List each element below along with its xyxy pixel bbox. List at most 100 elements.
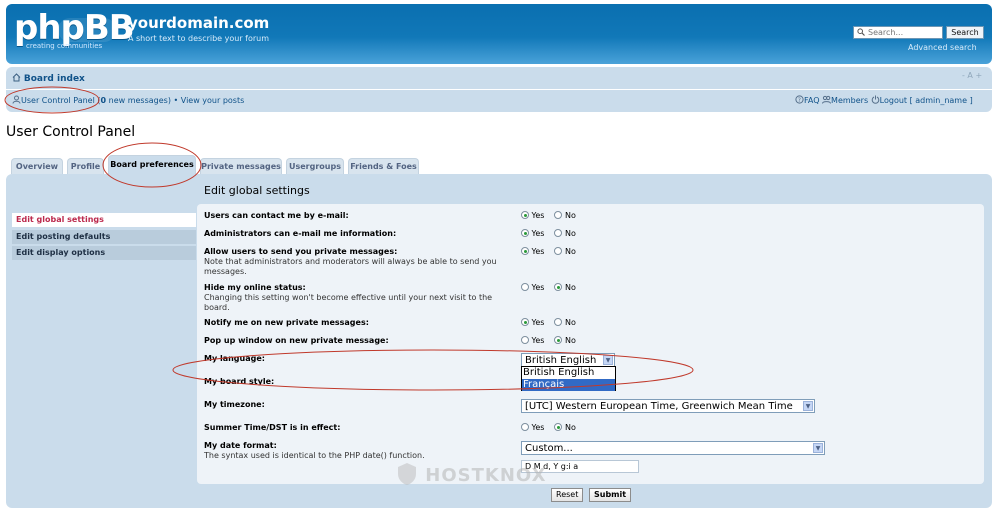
board-index-link[interactable]: Board index: [24, 74, 85, 84]
submit-button[interactable]: Submit: [589, 488, 632, 502]
date-format-selected: Custom...: [525, 443, 573, 454]
reset-button[interactable]: Reset: [551, 488, 584, 502]
radio-yes-label: Yes: [531, 211, 545, 220]
logo-tagline: creating communities: [26, 42, 103, 50]
tab-friends-foes[interactable]: Friends & Foes: [348, 158, 419, 174]
setting-label: Hide my online status:: [204, 283, 306, 292]
tab-usergroups[interactable]: Usergroups: [286, 158, 344, 174]
setting-label: Pop up window on new private message:: [204, 336, 389, 345]
radio-yes[interactable]: [521, 423, 529, 431]
bullet-separator: •: [173, 96, 179, 105]
radio-yes[interactable]: [521, 318, 529, 326]
svg-text:?: ?: [798, 97, 801, 104]
setting-label: Allow users to send you private messages…: [204, 247, 398, 256]
radio-yes-label: Yes: [531, 247, 545, 256]
radio-group: Yes No: [521, 423, 576, 432]
radio-group: Yes No: [521, 247, 576, 256]
tab-private-messages[interactable]: Private messages: [200, 158, 282, 174]
setting-label: Administrators can e-mail me information…: [204, 229, 397, 238]
search-input[interactable]: [853, 26, 943, 39]
language-dropdown-list: British English Français: [521, 366, 616, 391]
site-description: A short text to describe your forum: [128, 34, 270, 43]
site-title[interactable]: yourdomain.com: [128, 14, 269, 32]
setting-explain: Note that administrators and moderators …: [204, 257, 497, 276]
timezone-label: My timezone:: [204, 400, 265, 409]
radio-no[interactable]: [554, 318, 563, 326]
radio-yes-label: Yes: [531, 423, 545, 432]
radio-yes[interactable]: [521, 336, 529, 344]
tab-overview[interactable]: Overview: [11, 158, 63, 174]
watermark: HOSTKNOX: [396, 462, 546, 486]
phpbb-logo[interactable]: phpBB creating communities: [14, 8, 135, 54]
radio-yes[interactable]: [521, 283, 529, 291]
language-label: My language:: [204, 354, 265, 363]
language-option[interactable]: British English: [522, 367, 615, 379]
language-selected: British English: [525, 355, 597, 366]
setting-label: Summer Time/DST is in effect:: [204, 423, 341, 432]
tab-profile[interactable]: Profile: [67, 158, 104, 174]
radio-group: Yes No: [521, 283, 576, 292]
radio-no[interactable]: [554, 423, 563, 431]
view-posts-link[interactable]: View your posts: [181, 96, 245, 105]
setting-explain: Changing this setting won't become effec…: [204, 293, 493, 312]
font-size-control[interactable]: - A +: [962, 71, 982, 80]
advanced-search-link[interactable]: Advanced search: [908, 43, 977, 52]
user-links: User Control Panel (0 new messages) • Vi…: [12, 95, 244, 105]
radio-yes[interactable]: [521, 211, 529, 219]
chevron-down-icon[interactable]: ▼: [603, 355, 613, 365]
radio-yes-label: Yes: [531, 336, 545, 345]
radio-no-label: No: [565, 229, 576, 238]
header-right-links: ? FAQ Members Logout [ admin_name ]: [795, 95, 973, 105]
faq-icon: ?: [795, 95, 804, 104]
radio-no[interactable]: [554, 229, 563, 237]
chevron-down-icon[interactable]: ▼: [813, 443, 823, 453]
language-option-highlighted[interactable]: Français: [522, 379, 615, 391]
setting-label: Users can contact me by e-mail:: [204, 211, 349, 220]
radio-no-label: No: [565, 247, 576, 256]
language-select[interactable]: British English ▼: [521, 353, 615, 367]
search-icon: [857, 28, 865, 36]
chevron-down-icon[interactable]: ▼: [803, 401, 813, 411]
radio-group: Yes No: [521, 336, 576, 345]
date-format-select[interactable]: Custom... ▼: [521, 441, 825, 455]
radio-group: Yes No: [521, 318, 576, 327]
radio-no[interactable]: [554, 211, 563, 219]
home-icon: [12, 73, 21, 82]
radio-yes[interactable]: [521, 247, 529, 255]
search-box: Search: [853, 26, 989, 40]
date-format-label: My date format:: [204, 441, 277, 450]
radio-no-label: No: [565, 211, 576, 220]
radio-no[interactable]: [554, 283, 563, 291]
timezone-selected: [UTC] Western European Time, Greenwich M…: [525, 401, 793, 412]
faq-link[interactable]: FAQ: [804, 96, 820, 105]
ucp-link[interactable]: User Control Panel: [21, 96, 95, 105]
radio-no[interactable]: [554, 336, 563, 344]
radio-no[interactable]: [554, 247, 563, 255]
page-title: User Control Panel: [6, 124, 136, 140]
shield-icon: [396, 462, 418, 486]
logout-icon: [871, 95, 880, 104]
sidebar-item-global-settings[interactable]: Edit global settings: [12, 213, 196, 227]
timezone-select[interactable]: [UTC] Western European Time, Greenwich M…: [521, 399, 815, 413]
new-messages-suffix: new messages: [108, 96, 168, 105]
user-icon: [12, 95, 21, 104]
radio-yes-label: Yes: [531, 318, 545, 327]
sidebar-item-posting-defaults[interactable]: Edit posting defaults: [12, 230, 196, 244]
radio-yes[interactable]: [521, 229, 529, 237]
breadcrumb: Board index: [12, 73, 85, 84]
tab-board-preferences[interactable]: Board preferences: [108, 155, 196, 174]
radio-no-label: No: [565, 423, 576, 432]
sidebar-item-display-options[interactable]: Edit display options: [12, 246, 196, 260]
radio-group: Yes No: [521, 229, 576, 238]
panel-heading: Edit global settings: [204, 184, 310, 197]
logout-link[interactable]: Logout [ admin_name ]: [880, 96, 973, 105]
radio-yes-label: Yes: [531, 283, 545, 292]
members-link[interactable]: Members: [831, 96, 868, 105]
new-messages-link[interactable]: (0 new messages): [97, 96, 171, 105]
radio-no-label: No: [565, 283, 576, 292]
new-messages-count: 0: [100, 96, 107, 105]
radio-no-label: No: [565, 336, 576, 345]
setting-label: Notify me on new private messages:: [204, 318, 369, 327]
board-style-label: My board style:: [204, 377, 275, 386]
search-button[interactable]: Search: [946, 26, 984, 39]
